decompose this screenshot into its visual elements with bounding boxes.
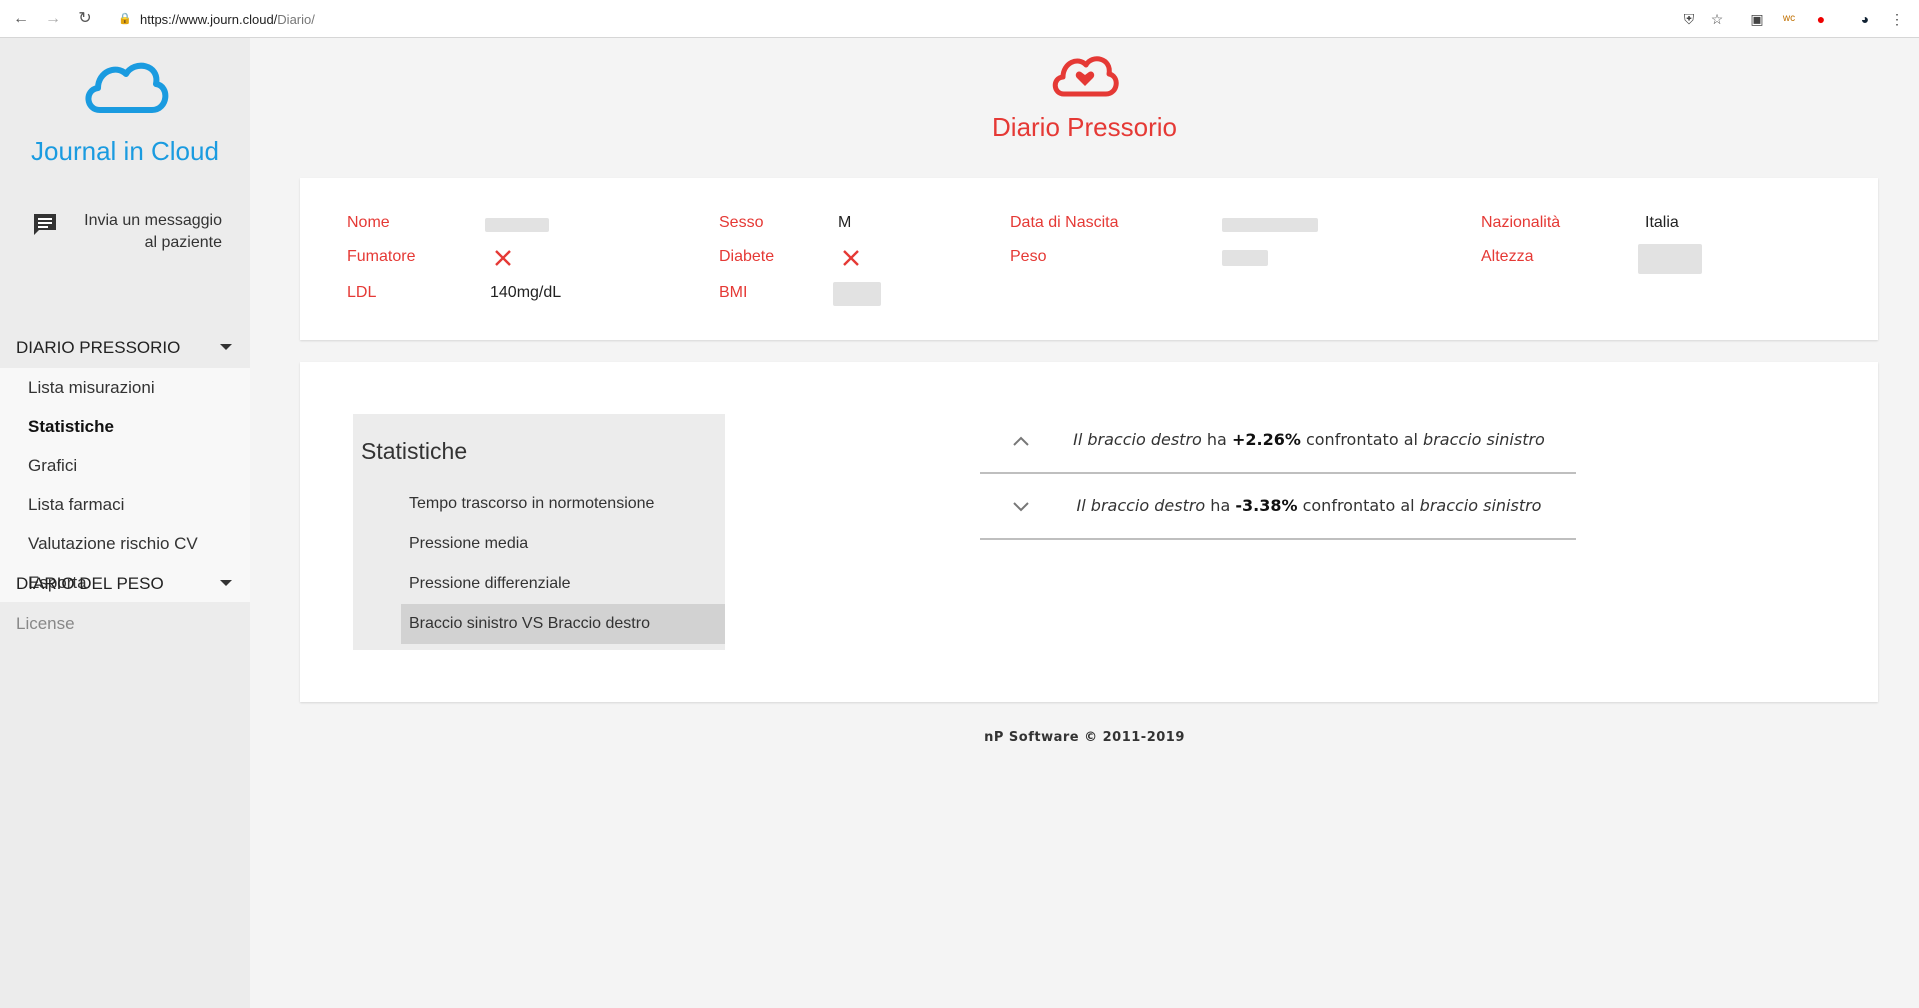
nome-label: Nome bbox=[347, 214, 390, 231]
stats-item-normotensione[interactable]: Tempo trascorso in normotensione bbox=[401, 484, 725, 524]
nazionalita-label: Nazionalità bbox=[1481, 214, 1561, 231]
altezza-value-redacted bbox=[1638, 244, 1702, 274]
comparison-connector: confrontato al bbox=[1300, 430, 1424, 449]
comparison-verb: ha bbox=[1201, 430, 1232, 449]
statistics-title: Statistiche bbox=[361, 438, 468, 464]
comparison-object: braccio sinistro bbox=[1419, 496, 1542, 515]
message-line-2: al paziente bbox=[144, 234, 222, 251]
ldl-label: LDL bbox=[347, 284, 377, 301]
altezza-label: Altezza bbox=[1481, 248, 1534, 265]
sidebar-item-valutazione-rischio[interactable]: Valutazione rischio CV bbox=[0, 524, 250, 563]
comparison-connector: confrontato al bbox=[1297, 496, 1420, 515]
message-line-1: Invia un messaggio bbox=[84, 212, 222, 229]
close-icon bbox=[495, 250, 511, 266]
sidebar-item-lista-farmaci[interactable]: Lista farmaci bbox=[0, 485, 250, 524]
back-icon[interactable]: ← bbox=[12, 10, 30, 28]
sidebar-item-statistiche[interactable]: Statistiche bbox=[0, 407, 250, 446]
stats-item-pressione-media[interactable]: Pressione media bbox=[401, 524, 725, 564]
url-path: Diario/ bbox=[277, 11, 315, 27]
sidebar-item-lista-misurazioni[interactable]: Lista misurazioni bbox=[0, 368, 250, 407]
lock-icon: 🔒 bbox=[118, 13, 132, 25]
sesso-label: Sesso bbox=[719, 214, 764, 231]
section-diario-pressorio[interactable]: DIARIO PRESSORIO bbox=[0, 328, 250, 368]
heart-cloud-icon bbox=[1052, 56, 1119, 97]
profile-avatar-icon[interactable]: ◕ bbox=[1856, 10, 1874, 28]
menu-icon[interactable]: ⋮ bbox=[1888, 10, 1906, 28]
comparison-row-up: Il braccio destro ha +2.26% confrontato … bbox=[980, 408, 1576, 474]
reload-icon[interactable]: ↻ bbox=[76, 10, 94, 28]
chevron-up-icon bbox=[1013, 436, 1029, 446]
footer-copyright: nP Software © 2011-2019 bbox=[984, 730, 1185, 745]
license-link[interactable]: License bbox=[16, 614, 75, 634]
browser-toolbar: ← → ↻ 🔒 https://www.journ.cloud/Diario/ … bbox=[0, 0, 1919, 38]
peso-value-redacted bbox=[1222, 250, 1268, 266]
cloud-logo-icon bbox=[85, 62, 169, 113]
comparison-subject: Il braccio destro bbox=[1073, 430, 1202, 449]
wc-extension-icon[interactable]: wc bbox=[1780, 10, 1798, 28]
close-icon bbox=[843, 250, 859, 266]
star-icon[interactable]: ☆ bbox=[1708, 10, 1726, 28]
send-message-link[interactable]: Invia un messaggio al paziente bbox=[30, 210, 222, 260]
comparison-row-down: Il braccio destro ha -3.38% confrontato … bbox=[980, 474, 1576, 540]
section-diario-del-peso[interactable]: DIARIO DEL PESO bbox=[0, 564, 250, 604]
bmi-label: BMI bbox=[719, 284, 748, 301]
comparison-percentage: +2.26% bbox=[1231, 430, 1301, 449]
page-title: Diario Pressorio bbox=[992, 112, 1177, 142]
fumatore-label: Fumatore bbox=[347, 248, 416, 265]
section-diario-pressorio-label: DIARIO PRESSORIO bbox=[16, 338, 181, 357]
nazionalita-value: Italia bbox=[1645, 214, 1679, 231]
extension-icon[interactable]: ▣ bbox=[1748, 10, 1766, 28]
diabete-label: Diabete bbox=[719, 248, 775, 265]
comparison-object: braccio sinistro bbox=[1423, 430, 1545, 449]
peso-label: Peso bbox=[1010, 248, 1047, 265]
comparison-subject: Il braccio destro bbox=[1076, 496, 1206, 515]
stats-item-pressione-differenziale[interactable]: Pressione differenziale bbox=[401, 564, 725, 604]
patient-info-card: Nome Sesso M Data di Nascita Nazionalità… bbox=[300, 178, 1878, 340]
ldl-value: 140mg/dL bbox=[490, 284, 562, 301]
statistics-menu: Statistiche Tempo trascorso in normotens… bbox=[353, 414, 725, 650]
nascita-label: Data di Nascita bbox=[1010, 214, 1119, 231]
caret-down-icon bbox=[220, 580, 232, 586]
forward-icon[interactable]: → bbox=[44, 10, 62, 28]
bmi-value-redacted bbox=[833, 282, 881, 306]
stats-item-braccio[interactable]: Braccio sinistro VS Braccio destro bbox=[401, 604, 725, 644]
opera-icon[interactable]: ● bbox=[1812, 10, 1830, 28]
chat-icon bbox=[34, 214, 56, 235]
address-bar[interactable]: 🔒 https://www.journ.cloud/Diario/ bbox=[118, 6, 315, 32]
sesso-value: M bbox=[838, 214, 852, 231]
sidebar-item-grafici[interactable]: Grafici bbox=[0, 446, 250, 485]
section-diario-del-peso-label: DIARIO DEL PESO bbox=[16, 574, 164, 593]
url-host: https://www.journ.cloud/ bbox=[140, 11, 278, 27]
statistics-card: Statistiche Tempo trascorso in normotens… bbox=[300, 362, 1878, 702]
comparison-percentage: -3.38% bbox=[1235, 496, 1298, 515]
comparison-verb: ha bbox=[1205, 496, 1236, 515]
nome-value-redacted bbox=[485, 218, 549, 232]
caret-down-icon bbox=[220, 344, 232, 350]
sidebar: Journal in Cloud Invia un messaggio al p… bbox=[0, 38, 250, 1008]
nascita-value-redacted bbox=[1222, 218, 1318, 232]
shield-icon[interactable]: ⛨ bbox=[1680, 10, 1698, 28]
chevron-down-icon bbox=[1013, 502, 1029, 512]
